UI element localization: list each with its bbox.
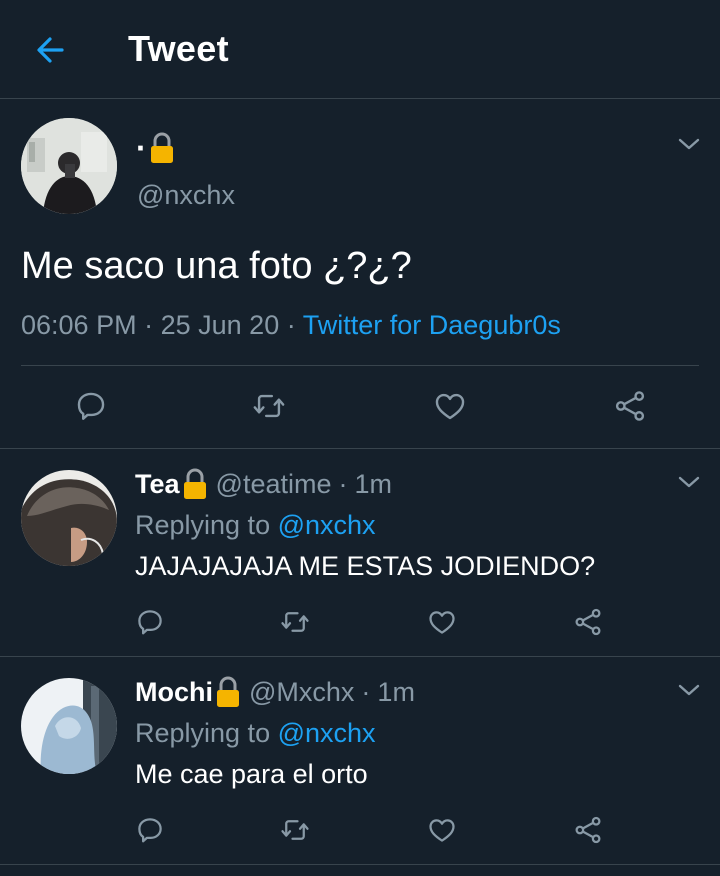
like-icon[interactable] [426,607,458,637]
avatar[interactable] [21,678,117,774]
retweet-icon[interactable] [280,607,310,637]
divider [21,365,699,366]
replying-to-label: Replying to [135,510,271,540]
chevron-down-icon[interactable] [677,682,701,698]
handle[interactable]: @Mxchx [249,677,354,708]
lock-icon [149,132,175,164]
reply-icon[interactable] [135,607,165,637]
replying-to-label: Replying to [135,718,271,748]
reply-icon[interactable] [74,389,108,423]
share-icon[interactable] [612,389,648,423]
handle[interactable]: @nxchx [137,180,235,211]
reply-icon[interactable] [135,815,165,845]
divider [0,656,720,657]
retweet-icon[interactable] [252,389,286,423]
page-title: Tweet [128,28,229,69]
replying-to-handle[interactable]: @nxchx [278,510,376,540]
lock-icon [182,468,208,500]
tweet-time: 06:06 PM [21,310,137,340]
replying-to: Replying to @nxchx [135,718,376,749]
chevron-down-icon[interactable] [677,136,701,152]
like-icon[interactable] [426,815,458,845]
reply-text: Me cae para el orto [135,759,368,789]
share-icon[interactable] [572,815,604,845]
reply-header: Tea @teatime · 1m [135,466,392,502]
replying-to-handle[interactable]: @nxchx [278,718,376,748]
like-icon[interactable] [432,389,468,423]
reply-text: JAJAJAJAJA ME ESTAS JODIENDO? [135,551,596,581]
tweet-date: 25 Jun 20 [160,310,280,340]
reply-header: Mochi @Mxchx · 1m [135,674,415,710]
chevron-down-icon[interactable] [677,474,701,490]
timestamp: 1m [354,468,392,499]
replying-to: Replying to @nxchx [135,510,376,541]
tweet-meta: 06:06 PM · 25 Jun 20 · Twitter for Daegu… [21,310,561,341]
display-name[interactable]: · [136,130,147,167]
divider [0,98,720,99]
display-name[interactable]: Mochi [135,677,213,708]
avatar[interactable] [21,470,117,566]
separator: · [286,310,296,340]
avatar[interactable] [21,118,117,214]
separator: · [338,468,348,499]
main-author-name-row: · [136,130,175,166]
divider [0,448,720,449]
lock-icon [215,676,241,708]
timestamp: 1m [377,676,415,707]
tweet-source-link[interactable]: Twitter for Daegubr0s [303,310,561,340]
divider [0,864,720,865]
back-arrow-icon[interactable] [30,30,70,70]
retweet-icon[interactable] [280,815,310,845]
separator: · [144,310,154,340]
tweet-text: Me saco una foto ¿?¿? [21,245,412,287]
top-bar: Tweet [0,0,720,98]
handle[interactable]: @teatime [216,469,332,500]
share-icon[interactable] [572,607,604,637]
display-name[interactable]: Tea [135,469,180,500]
separator: · [361,676,371,707]
